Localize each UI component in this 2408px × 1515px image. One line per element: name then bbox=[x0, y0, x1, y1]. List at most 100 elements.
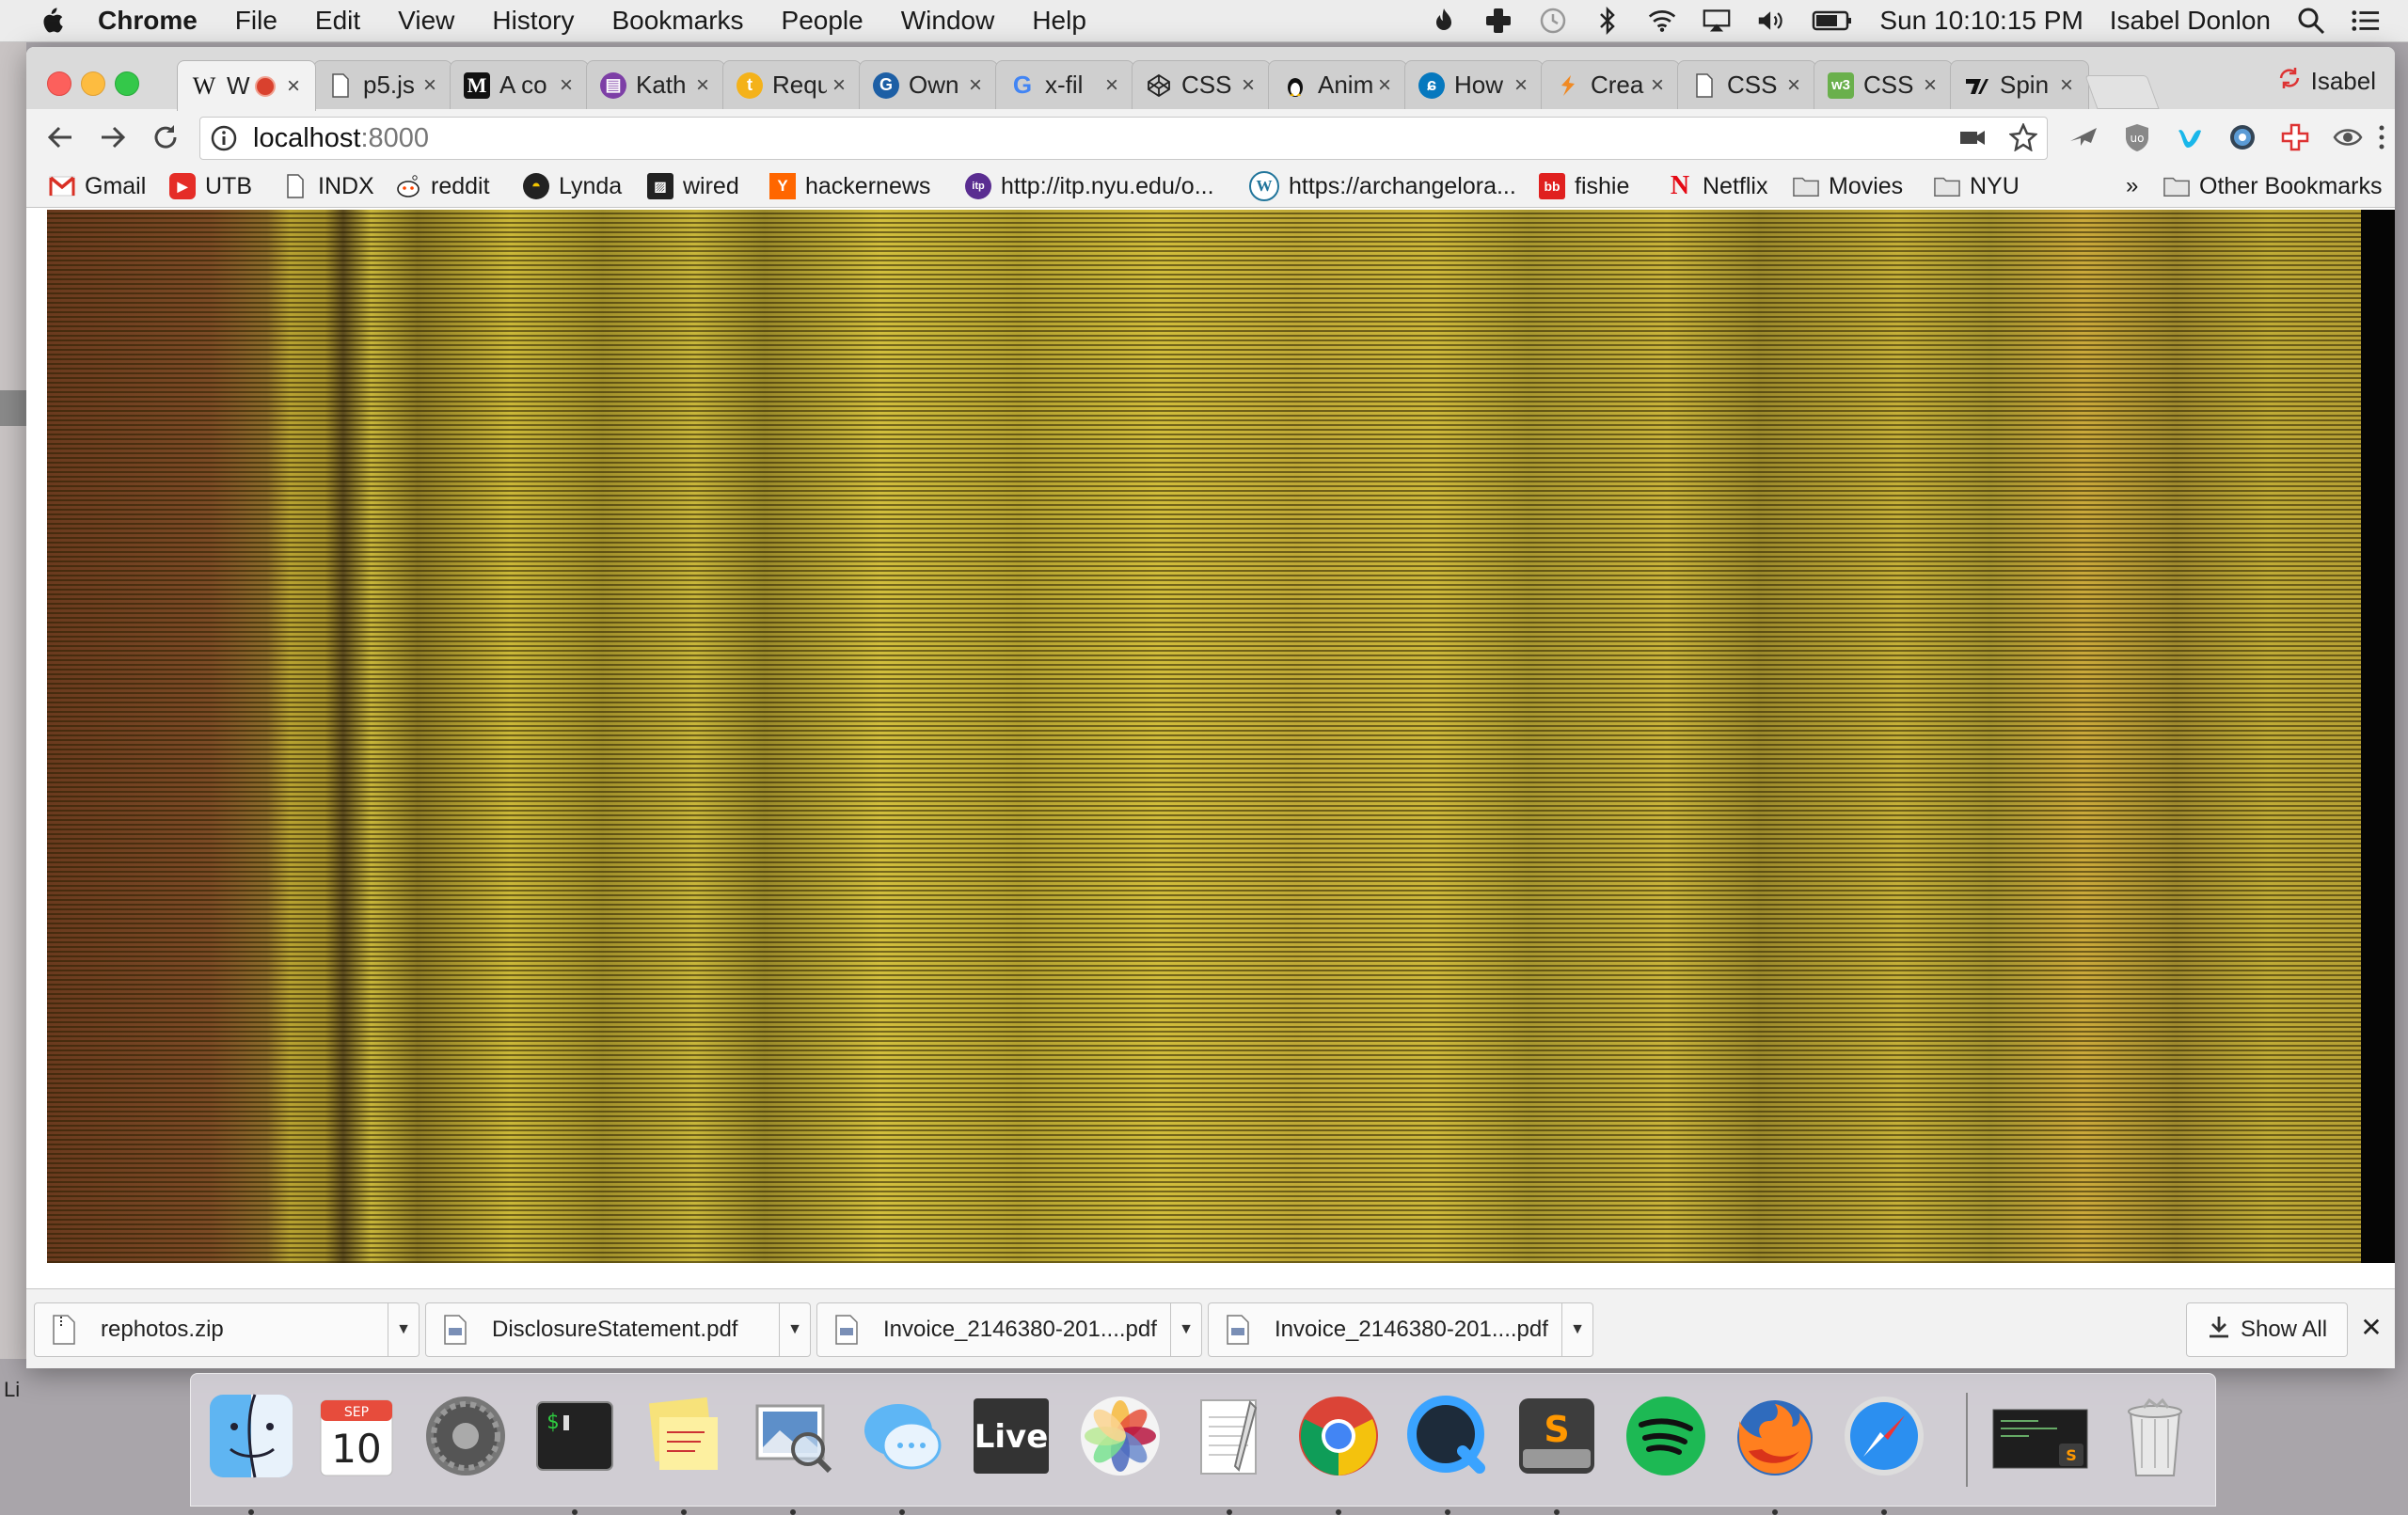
tab-close-icon[interactable]: × bbox=[2054, 72, 2079, 99]
download-menu-chevron-icon[interactable]: ▼ bbox=[779, 1303, 810, 1356]
menu-clock[interactable]: Sun 10:10:15 PM bbox=[1879, 6, 2083, 36]
dock-messages[interactable] bbox=[857, 1391, 947, 1515]
tab-own[interactable]: G Own × bbox=[859, 60, 998, 109]
bookmark-hackernews[interactable]: Y hackernews bbox=[769, 171, 930, 201]
airplay-icon[interactable] bbox=[1703, 7, 1731, 35]
video-canvas[interactable] bbox=[47, 210, 2361, 1263]
menu-app-name[interactable]: Chrome bbox=[98, 6, 198, 36]
time-machine-icon[interactable] bbox=[1539, 7, 1567, 35]
flame-icon[interactable] bbox=[1430, 7, 1458, 35]
vimeo-extension-icon[interactable] bbox=[2173, 120, 2207, 154]
bookmark-wired[interactable]: ▨ wired bbox=[647, 171, 739, 201]
tab-close-icon[interactable]: × bbox=[1372, 72, 1397, 99]
window-minimize-button[interactable] bbox=[81, 71, 105, 96]
dock-minimized-terminal-window[interactable]: S bbox=[1989, 1391, 2093, 1481]
dock-trash[interactable] bbox=[2110, 1391, 2200, 1481]
bookmark-utb[interactable]: ▶ UTB bbox=[169, 171, 252, 201]
bookmark-reddit[interactable]: reddit bbox=[395, 171, 490, 201]
dock-firefox[interactable] bbox=[1730, 1391, 1820, 1515]
notification-center-icon[interactable] bbox=[2352, 7, 2380, 35]
dock-chrome[interactable] bbox=[1293, 1391, 1384, 1515]
bookmark-folder-movies[interactable]: Movies bbox=[1793, 171, 1903, 201]
dock-photos[interactable] bbox=[1075, 1391, 1165, 1481]
apple-icon[interactable] bbox=[38, 7, 66, 35]
menu-bookmarks[interactable]: Bookmarks bbox=[611, 6, 743, 36]
site-info-icon[interactable] bbox=[210, 124, 238, 152]
dock-calendar[interactable]: SEP 10 bbox=[311, 1391, 402, 1481]
download-item[interactable]: rephotos.zip ▼ bbox=[34, 1302, 420, 1357]
extension-red-cross-icon[interactable] bbox=[2278, 120, 2312, 154]
dock-terminal[interactable]: $ bbox=[530, 1391, 620, 1515]
menu-user-name[interactable]: Isabel Donlon bbox=[2110, 6, 2271, 36]
dock-live[interactable]: Live bbox=[966, 1391, 1056, 1481]
menu-history[interactable]: History bbox=[492, 6, 574, 36]
dock-spotify[interactable] bbox=[1621, 1391, 1711, 1481]
reload-button[interactable] bbox=[147, 118, 184, 156]
menu-window[interactable]: Window bbox=[901, 6, 995, 36]
tab-close-icon[interactable]: × bbox=[281, 73, 306, 100]
tab-close-icon[interactable]: × bbox=[1100, 72, 1124, 99]
bookmark-gmail[interactable]: Gmail bbox=[49, 171, 146, 201]
dock-stickies[interactable] bbox=[639, 1391, 729, 1515]
download-item[interactable]: Invoice_2146380-201....pdf ▼ bbox=[1208, 1302, 1593, 1357]
bookmark-netflix[interactable]: N Netflix bbox=[1667, 171, 1768, 201]
bookmark-indx[interactable]: INDX bbox=[282, 171, 374, 201]
tab-spin[interactable]: Spin × bbox=[1950, 60, 2089, 109]
tab-google-xfiles[interactable]: G x-fil × bbox=[995, 60, 1134, 109]
tab-close-icon[interactable]: × bbox=[1509, 72, 1533, 99]
tab-kath[interactable]: ▤ Kath × bbox=[586, 60, 725, 109]
tab-css-page[interactable]: CSS × bbox=[1677, 60, 1816, 109]
bookmark-folder-nyu[interactable]: NYU bbox=[1934, 171, 2020, 201]
bookmark-lynda[interactable]: ◓ Lynda bbox=[523, 171, 622, 201]
tab-close-icon[interactable]: × bbox=[554, 72, 578, 99]
tab-close-icon[interactable]: × bbox=[690, 72, 715, 99]
back-button[interactable] bbox=[41, 118, 79, 156]
tab-w3-css[interactable]: w3 CSS × bbox=[1814, 60, 1953, 109]
dock-safari[interactable] bbox=[1839, 1391, 1929, 1515]
profile-button[interactable]: Isabel bbox=[2277, 62, 2376, 100]
tab-close-icon[interactable]: × bbox=[1782, 72, 1806, 99]
tab-request[interactable]: t Requ × bbox=[722, 60, 862, 109]
tab-close-icon[interactable]: × bbox=[1918, 72, 1942, 99]
download-menu-chevron-icon[interactable]: ▼ bbox=[1561, 1303, 1592, 1356]
other-bookmarks-folder[interactable]: Other Bookmarks bbox=[2163, 171, 2383, 201]
tab-animation[interactable]: Anim × bbox=[1268, 60, 1407, 109]
volume-icon[interactable] bbox=[1757, 7, 1785, 35]
menu-help[interactable]: Help bbox=[1032, 6, 1086, 36]
tab-p5js[interactable]: p5.js × bbox=[313, 60, 452, 109]
tab-close-icon[interactable]: × bbox=[1236, 72, 1260, 99]
dock-system-preferences[interactable] bbox=[420, 1391, 511, 1481]
menu-view[interactable]: View bbox=[398, 6, 454, 36]
window-zoom-button[interactable] bbox=[115, 71, 139, 96]
bookmark-star-icon[interactable] bbox=[2008, 121, 2038, 159]
extension-globe-icon[interactable] bbox=[2226, 120, 2259, 154]
menu-file[interactable]: File bbox=[235, 6, 277, 36]
spotlight-search-icon[interactable] bbox=[2297, 7, 2325, 35]
forward-button[interactable] bbox=[94, 118, 132, 156]
wifi-icon[interactable] bbox=[1648, 7, 1676, 35]
tab-close-icon[interactable]: × bbox=[963, 72, 988, 99]
ublock-icon[interactable]: uo bbox=[2120, 120, 2154, 154]
download-menu-chevron-icon[interactable]: ▼ bbox=[388, 1303, 419, 1356]
tab-close-icon[interactable]: × bbox=[1645, 72, 1670, 99]
bookmark-itp[interactable]: itp http://itp.nyu.edu/o... bbox=[965, 171, 1214, 201]
tab-wikipedia[interactable]: W W s × bbox=[177, 60, 316, 111]
tab-create[interactable]: Crea × bbox=[1541, 60, 1680, 109]
tab-close-icon[interactable]: × bbox=[418, 72, 442, 99]
new-tab-button[interactable] bbox=[2084, 75, 2160, 109]
address-bar[interactable]: localhost:8000 bbox=[199, 117, 2048, 160]
dock-quicktime[interactable] bbox=[1402, 1391, 1493, 1515]
show-all-downloads-button[interactable]: Show All bbox=[2186, 1302, 2348, 1357]
dock-finder[interactable] bbox=[206, 1391, 296, 1515]
dock-preview[interactable] bbox=[748, 1391, 838, 1515]
tab-medium[interactable]: M A co × bbox=[450, 60, 589, 109]
download-menu-chevron-icon[interactable]: ▼ bbox=[1170, 1303, 1201, 1356]
plus-cross-icon[interactable] bbox=[1484, 7, 1513, 35]
menu-edit[interactable]: Edit bbox=[315, 6, 360, 36]
extension-eye-icon[interactable] bbox=[2331, 120, 2365, 154]
extension-airplane-icon[interactable] bbox=[2067, 120, 2101, 154]
camera-icon[interactable] bbox=[1958, 123, 1987, 159]
tab-how[interactable]: ɕ How × bbox=[1404, 60, 1544, 109]
download-item[interactable]: DisclosureStatement.pdf ▼ bbox=[425, 1302, 811, 1357]
window-close-button[interactable] bbox=[47, 71, 71, 96]
